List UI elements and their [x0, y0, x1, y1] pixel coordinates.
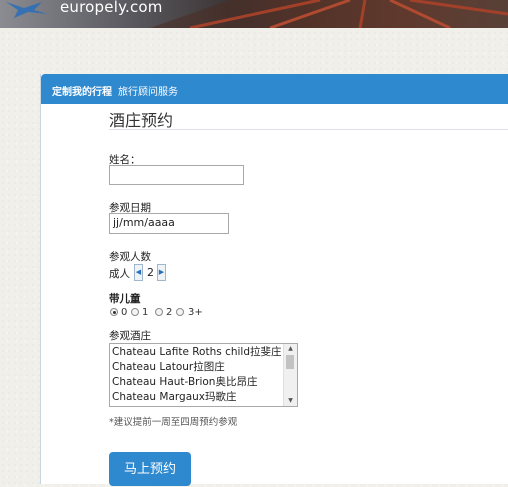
- booking-panel: 定制我的行程 旅行顾问服务 酒庄预约 姓名： 参观日期 jj/mm/aaaa 参…: [40, 74, 508, 486]
- plane-logo-icon: [6, 2, 48, 18]
- chateau-option[interactable]: Chateau Lafite Roths child拉斐庄: [112, 345, 282, 359]
- umbrella-image: [150, 0, 508, 28]
- site-header: europely.com: [0, 0, 508, 28]
- children-option-0: 0: [121, 307, 128, 318]
- children-option-1: 1: [142, 307, 149, 318]
- adults-count: 2: [147, 266, 154, 279]
- scroll-thumb[interactable]: [286, 355, 294, 369]
- children-label: 带儿童: [109, 293, 141, 305]
- book-now-button[interactable]: 马上预约: [109, 452, 191, 486]
- children-option-2: 2: [166, 307, 173, 318]
- adults-label: 成人: [109, 268, 130, 280]
- booking-note: *建议提前一周至四周预约参观: [109, 417, 238, 428]
- adults-decrease-button[interactable]: ◀: [134, 264, 143, 281]
- children-radio-0[interactable]: [110, 308, 118, 316]
- adults-increase-button[interactable]: ▶: [157, 264, 166, 281]
- chateau-select[interactable]: Chateau Lafite Roths child拉斐庄 Chateau La…: [109, 343, 298, 407]
- name-input[interactable]: [109, 165, 244, 185]
- date-input[interactable]: jj/mm/aaaa: [109, 213, 229, 234]
- scroll-down-icon[interactable]: ▼: [284, 396, 297, 406]
- panel-title[interactable]: 定制我的行程: [52, 83, 112, 98]
- scroll-up-icon[interactable]: ▲: [284, 344, 297, 354]
- chateau-option[interactable]: Chateau Latour拉图庄: [112, 360, 225, 374]
- chateau-label: 参观酒庄: [109, 330, 151, 342]
- chateau-option[interactable]: Chateau Margaux玛歌庄: [112, 390, 237, 404]
- panel-subtitle[interactable]: 旅行顾问服务: [118, 83, 178, 98]
- children-option-3plus: 3+: [188, 307, 203, 318]
- panel-header: 定制我的行程 旅行顾问服务: [41, 74, 508, 104]
- chateau-scrollbar[interactable]: ▲ ▼: [283, 344, 297, 406]
- chateau-option[interactable]: Chateau Haut-Brion奥比昂庄: [112, 375, 257, 389]
- site-brand[interactable]: europely.com: [60, 0, 163, 15]
- title-divider: [109, 129, 508, 130]
- people-label: 参观人数: [109, 251, 151, 263]
- form-title: 酒庄预约: [109, 111, 174, 130]
- children-radio-3plus[interactable]: [176, 308, 184, 316]
- children-radio-2[interactable]: [155, 308, 163, 316]
- children-radio-1[interactable]: [131, 308, 139, 316]
